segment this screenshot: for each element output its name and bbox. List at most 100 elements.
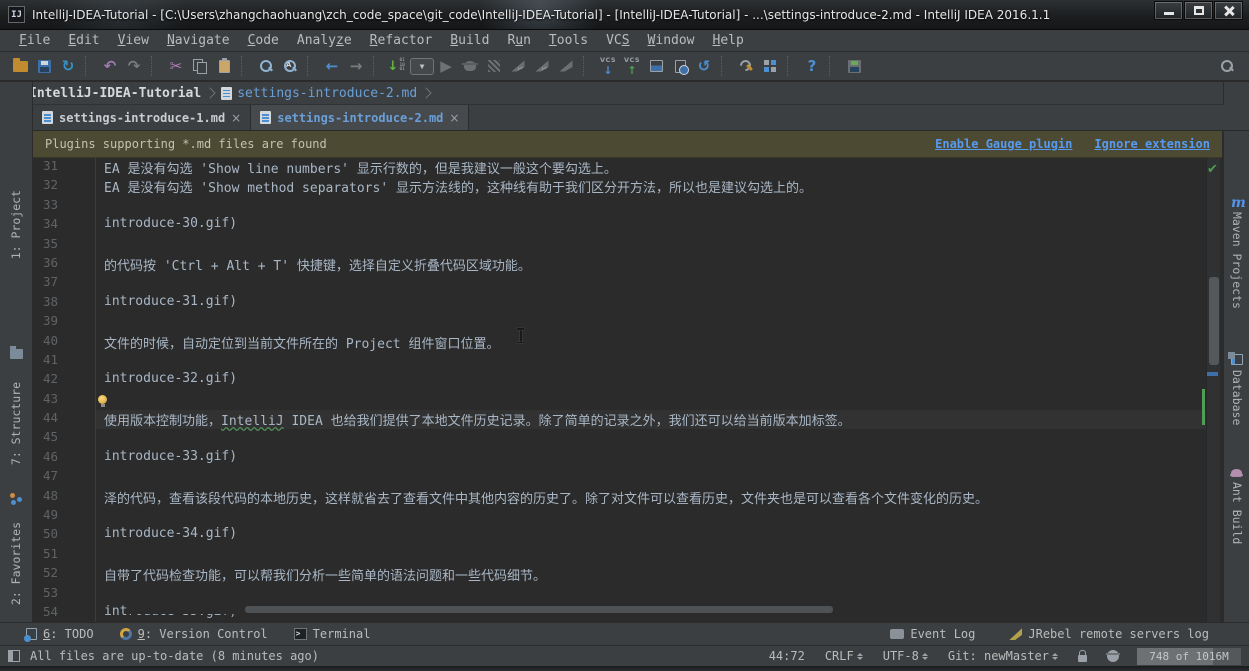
tool-window-button-maven-projects[interactable]: Maven Projects: [1230, 212, 1244, 309]
run-config-dropdown[interactable]: ▼: [410, 54, 434, 78]
menu-refactor[interactable]: Refactor: [361, 31, 442, 50]
structure-icon: [10, 490, 22, 509]
horizontal-scrollbar-thumb[interactable]: [245, 606, 833, 613]
scrollbar-change-marker[interactable]: [1207, 372, 1218, 376]
tool-window-button-database[interactable]: Database: [1230, 370, 1244, 425]
jrebel-debug-icon[interactable]: JR: [530, 54, 554, 78]
menu-build[interactable]: Build: [441, 31, 498, 50]
editor-line: 48泽的代码，查看该段代码的本地历史，这样就省去了查看文件中其他内容的历史了。除…: [33, 488, 1206, 507]
rollback-icon[interactable]: ↺: [692, 54, 716, 78]
tool-window-button-7-structure[interactable]: 7: Structure: [9, 382, 23, 465]
enable-gauge-plugin-link[interactable]: Enable Gauge plugin: [935, 137, 1072, 151]
paste-icon[interactable]: [212, 54, 236, 78]
menu-window[interactable]: Window: [639, 31, 704, 50]
caret-position[interactable]: 44:72: [769, 649, 805, 663]
find-icon: [259, 59, 273, 73]
numeric-sort-icon[interactable]: ↓01 10 01: [386, 54, 410, 78]
coverage-icon[interactable]: [482, 54, 506, 78]
menu-run[interactable]: Run: [498, 31, 539, 50]
text-cursor: [516, 327, 525, 344]
forward-icon[interactable]: →: [344, 54, 368, 78]
git-branch-selector[interactable]: Git: newMaster: [948, 649, 1058, 663]
jrebel-run-icon[interactable]: JR: [506, 54, 530, 78]
editor-tab-settings-introduce-1.md[interactable]: settings-introduce-1.md×: [33, 105, 251, 130]
inspection-ok-checkmark-icon[interactable]: ✔: [1207, 162, 1218, 177]
debug-icon[interactable]: [458, 54, 482, 78]
tool-window-button-2-favorites[interactable]: 2: Favorites: [9, 522, 23, 605]
editor-pane[interactable]: 31EA 是没有勾选 'Show line numbers' 显示行数的，但是我…: [33, 158, 1206, 622]
redo-icon[interactable]: ↷: [122, 54, 146, 78]
tool-window-button-6-todo[interactable]: 6: TODO: [26, 627, 94, 641]
ignore-extension-link[interactable]: Ignore extension: [1094, 137, 1210, 151]
file-icon: [42, 111, 53, 124]
line-text: [95, 391, 1206, 410]
project-folder-icon: [10, 344, 23, 363]
cut-icon[interactable]: ✂: [164, 54, 188, 78]
project-structure-icon[interactable]: [758, 54, 782, 78]
tool-window-button-terminal[interactable]: >Terminal: [294, 627, 371, 641]
tab-close-icon[interactable]: ×: [231, 111, 241, 125]
line-number: 40: [33, 333, 95, 352]
menu-file[interactable]: File: [10, 31, 59, 50]
menu-code[interactable]: Code: [239, 31, 288, 50]
todo-icon: [26, 628, 37, 640]
editor-tab-settings-introduce-2.md[interactable]: settings-introduce-2.md×: [251, 105, 469, 130]
tool-window-button-1-project[interactable]: 1: Project: [9, 190, 23, 259]
menu-view[interactable]: View: [109, 31, 158, 50]
line-number: 38: [33, 294, 95, 313]
back-icon[interactable]: ←: [320, 54, 344, 78]
run-icon[interactable]: ▶: [434, 54, 458, 78]
jrebel-profile-icon[interactable]: [554, 54, 578, 78]
menu-vcs[interactable]: VCS: [597, 31, 638, 50]
replace-icon[interactable]: A: [278, 54, 302, 78]
menu-help[interactable]: Help: [704, 31, 753, 50]
maximize-button[interactable]: [1184, 1, 1213, 20]
tool-window-button-ant-build[interactable]: Ant Build: [1230, 482, 1244, 544]
hector-inspection-button[interactable]: [1107, 650, 1119, 662]
tool-window-button-jrebel-remote-servers-log[interactable]: JRebel remote servers log: [1009, 627, 1209, 641]
memory-indicator[interactable]: 748 of 1016M: [1137, 648, 1241, 665]
vertical-scrollbar-thumb[interactable]: [1209, 277, 1219, 365]
tab-close-icon[interactable]: ×: [449, 111, 459, 125]
close-button[interactable]: [1214, 1, 1243, 20]
menu-navigate[interactable]: Navigate: [158, 31, 239, 50]
save-all-icon[interactable]: [32, 54, 56, 78]
vertical-scrollbar[interactable]: [1206, 158, 1220, 622]
readonly-lock-button[interactable]: [1078, 651, 1087, 662]
history-icon[interactable]: [668, 54, 692, 78]
intention-bulb-icon[interactable]: [98, 395, 107, 404]
horizontal-scrollbar[interactable]: [128, 605, 1206, 614]
toolbar-separator: [829, 56, 838, 76]
search-everywhere-button[interactable]: [1215, 54, 1239, 78]
breadcrumb-0[interactable]: IntelliJ-IDEA-Tutorial: [10, 86, 203, 101]
line-number: 44: [33, 410, 95, 429]
open-icon: [13, 61, 28, 72]
editor-line: 51: [33, 546, 1206, 565]
shelve-icon[interactable]: [644, 54, 668, 78]
editor-line: 44使用版本控制功能，IntelliJ IDEA 也给我们提供了本地文件历史记录…: [33, 410, 1206, 429]
toolwindow-toggle-icon[interactable]: [8, 650, 20, 662]
find-icon[interactable]: [254, 54, 278, 78]
tool-window-button-9-version-control[interactable]: 9: Version Control: [120, 627, 268, 641]
settings-icon[interactable]: [734, 54, 758, 78]
tool-window-button-event-log[interactable]: Event Log: [890, 627, 975, 641]
copy-icon[interactable]: [188, 54, 212, 78]
menu-analyze[interactable]: Analyze: [288, 31, 361, 50]
line-number: 51: [33, 546, 95, 565]
scrollbar-caret-marker: [1202, 389, 1205, 425]
vcs-update-icon[interactable]: VCS↓: [596, 54, 620, 78]
vcs-commit-icon[interactable]: VCS↑: [620, 54, 644, 78]
menu-tools[interactable]: Tools: [540, 31, 597, 50]
chevron-updown-icon: [922, 650, 928, 663]
encoding-selector[interactable]: UTF-8: [883, 649, 928, 663]
export-icon[interactable]: [842, 54, 866, 78]
open-icon[interactable]: [8, 54, 32, 78]
undo-icon[interactable]: ↶: [98, 54, 122, 78]
line-separator-selector[interactable]: CRLF: [825, 649, 863, 663]
minimize-button[interactable]: [1154, 1, 1183, 20]
synchronize-icon[interactable]: ↻: [56, 54, 80, 78]
help-icon[interactable]: ?: [800, 54, 824, 78]
menu-edit[interactable]: Edit: [59, 31, 108, 50]
breadcrumb-1[interactable]: settings-introduce-2.md: [221, 86, 419, 101]
line-number: 37: [33, 274, 95, 293]
